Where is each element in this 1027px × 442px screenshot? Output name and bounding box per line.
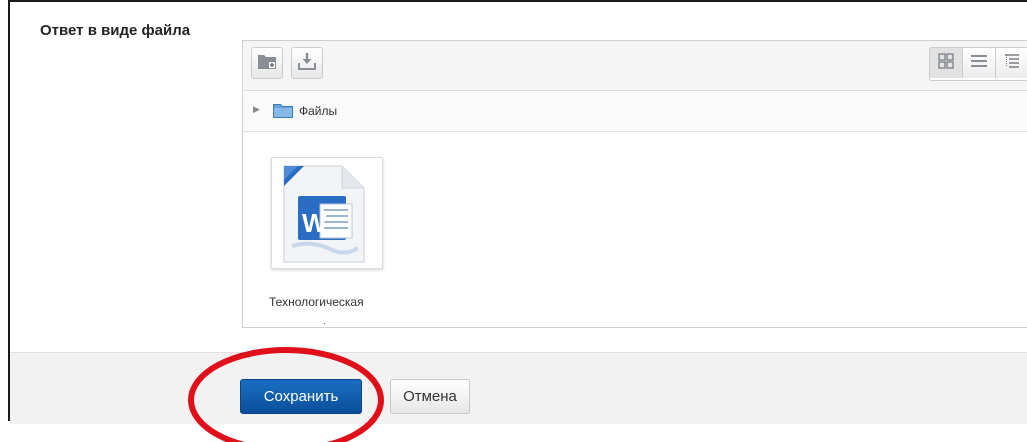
file-manager-toolbar xyxy=(243,41,1027,91)
field-label: Ответ в виде файла xyxy=(40,22,191,39)
form-footer: Сохранить Отмена xyxy=(10,352,1027,424)
grid-view-icon xyxy=(938,52,954,74)
create-folder-button[interactable] xyxy=(251,47,283,79)
svg-text:W: W xyxy=(302,208,327,238)
grid-view-button[interactable] xyxy=(930,48,963,78)
save-button[interactable]: Сохранить xyxy=(240,379,362,414)
file-thumbnail[interactable]: W xyxy=(271,157,383,269)
tree-view-icon xyxy=(1004,53,1020,74)
form-frame: Ответ в виде файла ▶ Файлы W Технологиче… xyxy=(8,0,1027,424)
list-view-button[interactable] xyxy=(963,48,996,78)
expand-arrow-icon[interactable]: ▶ xyxy=(253,104,260,115)
file-name-suffix: . xyxy=(323,316,326,327)
file-name[interactable]: Технологическая xyxy=(269,295,364,309)
cancel-button[interactable]: Отмена xyxy=(390,379,470,414)
view-switcher xyxy=(929,47,1027,81)
download-icon xyxy=(297,52,317,75)
download-all-button[interactable] xyxy=(291,47,323,79)
create-folder-icon xyxy=(257,52,277,75)
file-manager: ▶ Файлы W Технологическая . xyxy=(242,40,1027,328)
tree-view-button[interactable] xyxy=(996,48,1027,78)
breadcrumb: ▶ Файлы xyxy=(243,91,1027,132)
breadcrumb-folder-label[interactable]: Файлы xyxy=(299,104,337,118)
folder-icon xyxy=(273,103,293,118)
file-item[interactable]: W Технологическая . xyxy=(269,157,383,327)
list-view-icon xyxy=(970,53,988,74)
